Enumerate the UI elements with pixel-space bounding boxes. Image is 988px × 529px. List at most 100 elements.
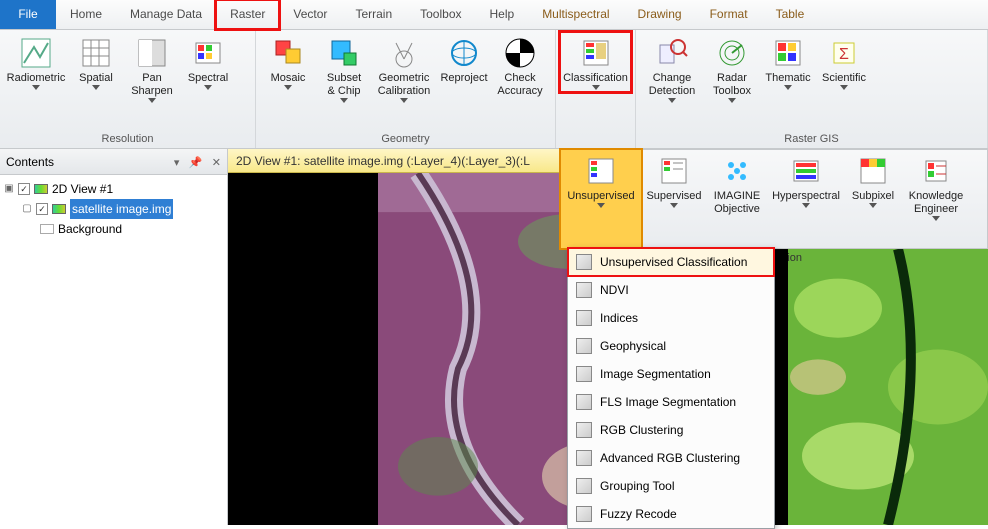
tool-radiometric[interactable]: Radiometric (4, 32, 68, 105)
contents-header: Contents ▾ 📌 ✕ (0, 149, 227, 175)
dropdown-item-grouping-tool[interactable]: Grouping Tool (568, 472, 774, 500)
tool-geometric-calibration[interactable]: Geometric Calibration (372, 32, 436, 105)
dropdown-label: NDVI (600, 283, 629, 297)
menu-multispectral[interactable]: Multispectral (528, 0, 623, 29)
tool-hyperspectral[interactable]: Hyperspectral (767, 150, 845, 248)
tool-subset-chip[interactable]: Subset & Chip (316, 32, 372, 105)
view-label: 2D View #1 (52, 179, 113, 199)
dropdown-item-indices[interactable]: Indices (568, 304, 774, 332)
radar-icon (715, 36, 749, 70)
dropdown-item-ndvi[interactable]: NDVI (568, 276, 774, 304)
dropdown-icon (576, 478, 592, 494)
mosaic-icon (271, 36, 305, 70)
spectral-icon (191, 36, 225, 70)
dropdown-item-geophysical[interactable]: Geophysical (568, 332, 774, 360)
dropdown-label: RGB Clustering (600, 423, 683, 437)
contents-pin-icon[interactable]: 📌 (189, 157, 203, 169)
image-checkbox[interactable]: ✓ (36, 203, 48, 215)
spatial-icon (79, 36, 113, 70)
menu-format[interactable]: Format (696, 0, 762, 29)
menu-home[interactable]: Home (56, 0, 116, 29)
classification-icon (579, 36, 613, 70)
imagine-obj-icon (720, 154, 754, 188)
tool-subpixel[interactable]: Subpixel (845, 150, 901, 248)
tree-image-node[interactable]: ▢ ✓ satellite image.img (4, 199, 223, 219)
menu-terrain[interactable]: Terrain (341, 0, 406, 29)
radar-label: Radar Toolbox (713, 72, 751, 98)
tool-classification[interactable]: Classification (560, 32, 631, 92)
menu-manage-data[interactable]: Manage Data (116, 0, 216, 29)
menu-table[interactable]: Table (762, 0, 819, 29)
tool-change-detection[interactable]: Change Detection (640, 32, 704, 105)
tool-knowledge-engineer[interactable]: Knowledge Engineer (901, 150, 971, 248)
ribbon-classification-sub: Unsupervised Supervised IMAGINE Objectiv… (560, 149, 988, 249)
dropdown-icon (576, 506, 592, 522)
tool-spectral[interactable]: Spectral (180, 32, 236, 105)
dropdown-label: Geophysical (600, 339, 666, 353)
dropdown-item-rgb-clustering[interactable]: RGB Clustering (568, 416, 774, 444)
svg-text:Σ: Σ (839, 46, 849, 63)
tool-supervised[interactable]: Supervised (641, 150, 707, 248)
contents-dropdown-icon[interactable]: ▾ (174, 157, 180, 169)
tool-imagine-objective[interactable]: IMAGINE Objective (707, 150, 767, 248)
tool-thematic[interactable]: Thematic (760, 32, 816, 105)
menu-drawing[interactable]: Drawing (624, 0, 696, 29)
check-accuracy-icon (503, 36, 537, 70)
view-title-text: 2D View #1: satellite image.img (:Layer_… (236, 154, 530, 168)
group-resolution-title: Resolution (4, 133, 251, 148)
dropdown-item-advanced-rgb-clustering[interactable]: Advanced RGB Clustering (568, 444, 774, 472)
tool-reproject[interactable]: Reproject (436, 32, 492, 105)
background-layer-icon (40, 224, 54, 234)
dropdown-icon (576, 450, 592, 466)
expand-icon[interactable]: ▢ (22, 199, 32, 219)
dropdown-item-fuzzy-recode[interactable]: Fuzzy Recode (568, 500, 774, 528)
reproject-icon (447, 36, 481, 70)
dropdown-label: Advanced RGB Clustering (600, 451, 740, 465)
dropdown-icon (576, 394, 592, 410)
group-raster-gis-title: Raster GIS (640, 133, 983, 148)
dropdown-icon (576, 422, 592, 438)
menu-file[interactable]: File (0, 0, 56, 29)
tool-spatial[interactable]: Spatial (68, 32, 124, 105)
tool-mosaic[interactable]: Mosaic (260, 32, 316, 105)
tree-view-node[interactable]: ▣ ✓ 2D View #1 (4, 179, 223, 199)
menu-bar: File Home Manage Data Raster Vector Terr… (0, 0, 988, 30)
dropdown-item-fls-image-segmentation[interactable]: FLS Image Segmentation (568, 388, 774, 416)
menu-help[interactable]: Help (476, 0, 529, 29)
scientific-icon: Σ (827, 36, 861, 70)
view-checkbox[interactable]: ✓ (18, 183, 30, 195)
menu-raster[interactable]: Raster (216, 0, 279, 29)
group-classification: Classification (556, 30, 636, 148)
tool-radar-toolbox[interactable]: Radar Toolbox (704, 32, 760, 105)
supervised-icon (657, 154, 691, 188)
dropdown-label: Image Segmentation (600, 367, 711, 381)
dropdown-label: Fuzzy Recode (600, 507, 677, 521)
tool-scientific[interactable]: Σ Scientific (816, 32, 872, 105)
geom-cal-icon (387, 36, 421, 70)
group-resolution: Radiometric Spatial Pan Sharpen Spectral… (0, 30, 256, 148)
group-classification-title (560, 133, 631, 148)
radiometric-icon (19, 36, 53, 70)
change-detection-icon (655, 36, 689, 70)
dropdown-icon (576, 338, 592, 354)
thematic-icon (771, 36, 805, 70)
dropdown-item-image-segmentation[interactable]: Image Segmentation (568, 360, 774, 388)
tool-pan-sharpen[interactable]: Pan Sharpen (124, 32, 180, 105)
dropdown-label: Grouping Tool (600, 479, 675, 493)
contents-pane: Contents ▾ 📌 ✕ ▣ ✓ 2D View #1 ▢ ✓ satell… (0, 149, 228, 525)
tool-unsupervised[interactable]: Unsupervised (561, 150, 641, 248)
menu-vector[interactable]: Vector (279, 0, 341, 29)
menu-toolbox[interactable]: Toolbox (406, 0, 475, 29)
reproject-label: Reproject (440, 72, 487, 85)
subset-icon (327, 36, 361, 70)
unsupervised-icon (584, 154, 618, 188)
tool-check-accuracy[interactable]: Check Accuracy (492, 32, 548, 105)
dropdown-label: FLS Image Segmentation (600, 395, 736, 409)
imagine-obj-label: IMAGINE Objective (714, 190, 760, 216)
contents-close-icon[interactable]: ✕ (212, 157, 221, 169)
dropdown-item-unsupervised-classification[interactable]: Unsupervised Classification (568, 248, 774, 276)
collapse-icon[interactable]: ▣ (4, 179, 14, 199)
dropdown-icon (576, 310, 592, 326)
contents-title: Contents (6, 155, 168, 169)
tree-background-node[interactable]: Background (4, 219, 223, 239)
